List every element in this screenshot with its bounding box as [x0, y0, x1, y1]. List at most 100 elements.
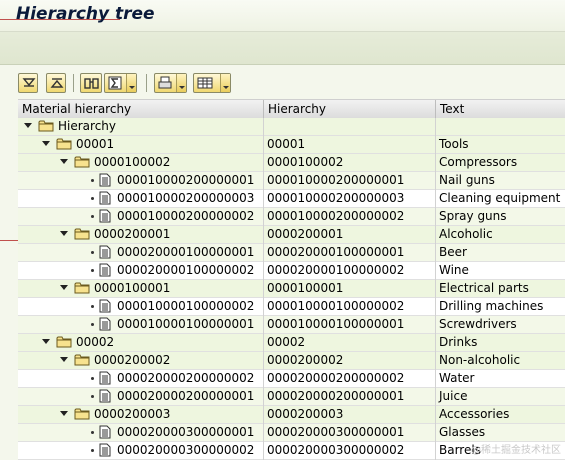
node-label: 0000100001: [94, 281, 171, 295]
material-hierarchy-cell[interactable]: 000010000200000002: [18, 208, 264, 226]
sum-button[interactable]: [104, 73, 137, 93]
layout-button[interactable]: [193, 73, 231, 93]
text-cell: Screwdrivers: [439, 317, 517, 331]
document-icon: [99, 209, 111, 226]
tree-node-row[interactable]: 0000100001 0000100001 Electrical parts: [18, 280, 565, 298]
expand-all-button[interactable]: [18, 73, 38, 93]
text-cell: Cleaning equipment: [439, 191, 561, 205]
tree-node-row[interactable]: 0000200002 0000200002 Non-alcoholic: [18, 352, 565, 370]
text-cell: Tools: [439, 137, 469, 151]
material-hierarchy-cell[interactable]: 000020000200000002: [18, 370, 264, 388]
left-accent-line: [0, 240, 18, 241]
tree-leaf-row[interactable]: 000010000200000002 000010000200000002 Spra…: [18, 208, 565, 226]
document-icon: [99, 245, 111, 262]
tree-leaf-row[interactable]: 000020000200000002 000020000200000002 Wate…: [18, 370, 565, 388]
expand-toggle-icon[interactable]: [60, 231, 68, 236]
material-hierarchy-cell[interactable]: 000010000100000001: [18, 316, 264, 334]
leaf-label: 000020000200000002: [117, 371, 255, 385]
tree-leaf-row[interactable]: 000020000300000001 000020000300000001 Glas…: [18, 424, 565, 442]
folder-icon: [74, 155, 90, 171]
layout-dropdown-arrow[interactable]: [220, 74, 230, 92]
text-cell: [436, 118, 565, 136]
tree-leaf-row[interactable]: 000010000100000001 000010000100000001 Scre…: [18, 316, 565, 334]
tree-leaf-row[interactable]: 000010000200000003 000010000200000003 Clea…: [18, 190, 565, 208]
text-cell: Spray guns: [439, 209, 507, 223]
node-label: 00002: [76, 335, 115, 349]
material-hierarchy-cell[interactable]: 0000200002: [18, 352, 264, 370]
tree-node-row[interactable]: 0000200003 0000200003 Accessories: [18, 406, 565, 424]
leaf-bullet-icon: [91, 449, 94, 452]
find-icon: [84, 78, 99, 89]
grid-header: Material hierarchy Hierarchy Text: [18, 99, 565, 119]
leaf-bullet-icon: [91, 197, 94, 200]
row-selector-column: [0, 99, 18, 460]
expand-toggle-icon[interactable]: [60, 285, 68, 290]
collapse-all-button[interactable]: [46, 73, 66, 93]
tree-node-row[interactable]: Hierarchy: [18, 118, 565, 136]
material-hierarchy-cell[interactable]: 0000100002: [18, 154, 264, 172]
column-header-text[interactable]: Text: [436, 100, 565, 118]
expand-toggle-icon[interactable]: [24, 123, 32, 128]
title-bar: Hierarchy tree: [0, 0, 565, 32]
hierarchy-cell: 000010000200000003: [264, 190, 436, 208]
leaf-label: 000020000300000002: [117, 443, 255, 457]
leaf-label: 000010000200000001: [117, 173, 255, 187]
expand-toggle-icon[interactable]: [42, 339, 50, 344]
material-hierarchy-cell[interactable]: 000020000100000002: [18, 262, 264, 280]
folder-icon: [74, 353, 90, 369]
tree-leaf-row[interactable]: 000020000100000001 000020000100000001 Beer: [18, 244, 565, 262]
leaf-label: 000010000200000002: [117, 209, 255, 223]
expand-toggle-icon[interactable]: [60, 159, 68, 164]
material-hierarchy-cell[interactable]: 0000100001: [18, 280, 264, 298]
leaf-label: 000020000100000001: [117, 245, 255, 259]
document-icon: [99, 191, 111, 208]
tree-leaf-row[interactable]: 000020000100000002 000020000100000002 Wine: [18, 262, 565, 280]
node-label: 0000200002: [94, 353, 171, 367]
tree-node-row[interactable]: 0000200001 0000200001 Alcoholic: [18, 226, 565, 244]
hierarchy-cell: 000010000200000002: [264, 208, 436, 226]
text-cell: Drilling machines: [439, 299, 544, 313]
leaf-label: 000010000100000002: [117, 299, 255, 313]
expand-toggle-icon[interactable]: [42, 141, 50, 146]
tree-leaf-row[interactable]: 000020000200000001 000020000200000001 Juic…: [18, 388, 565, 406]
material-hierarchy-cell[interactable]: 0000200001: [18, 226, 264, 244]
node-label: Hierarchy: [58, 119, 117, 133]
tree-leaf-row[interactable]: 000010000200000001 000010000200000001 Nail…: [18, 172, 565, 190]
text-cell: Nail guns: [439, 173, 495, 187]
material-hierarchy-cell[interactable]: 00002: [18, 334, 264, 352]
material-hierarchy-cell[interactable]: 000020000300000001: [18, 424, 264, 442]
material-hierarchy-cell[interactable]: 000020000200000001: [18, 388, 264, 406]
expand-toggle-icon[interactable]: [60, 411, 68, 416]
column-header-material-hierarchy[interactable]: Material hierarchy: [18, 100, 264, 118]
hierarchy-cell: 0000200001: [264, 226, 436, 244]
find-button[interactable]: [80, 73, 102, 93]
text-cell: Electrical parts: [439, 281, 529, 295]
alv-toolbar: [0, 65, 565, 97]
tree-node-row[interactable]: 00002 00002 Drinks: [18, 334, 565, 352]
material-hierarchy-cell[interactable]: Hierarchy: [18, 118, 264, 136]
sum-dropdown-arrow[interactable]: [126, 74, 136, 92]
leaf-label: 000020000200000001: [117, 389, 255, 403]
print-button[interactable]: [154, 73, 187, 93]
material-hierarchy-cell[interactable]: 00001: [18, 136, 264, 154]
leaf-bullet-icon: [91, 215, 94, 218]
material-hierarchy-cell[interactable]: 000010000200000003: [18, 190, 264, 208]
tree-node-row[interactable]: 00001 00001 Tools: [18, 136, 565, 154]
text-cell: Juice: [439, 389, 468, 403]
expand-toggle-icon[interactable]: [60, 357, 68, 362]
column-header-hierarchy[interactable]: Hierarchy: [264, 100, 436, 118]
material-hierarchy-cell[interactable]: 0000200003: [18, 406, 264, 424]
tree-node-row[interactable]: 0000100002 0000100002 Compressors: [18, 154, 565, 172]
hierarchy-cell: 000020000100000001: [264, 244, 436, 262]
document-icon: [99, 317, 111, 334]
folder-icon: [74, 227, 90, 243]
material-hierarchy-cell[interactable]: 000010000200000001: [18, 172, 264, 190]
material-hierarchy-cell[interactable]: 000020000100000001: [18, 244, 264, 262]
tree-leaf-row[interactable]: 000010000100000002 000010000100000002 Dril…: [18, 298, 565, 316]
leaf-label: 000010000200000003: [117, 191, 255, 205]
print-dropdown-arrow[interactable]: [176, 74, 186, 92]
material-hierarchy-cell[interactable]: 000020000300000002: [18, 442, 264, 460]
toolbar-separator: [146, 74, 147, 92]
material-hierarchy-cell[interactable]: 000010000100000002: [18, 298, 264, 316]
hierarchy-cell: 00001: [264, 136, 436, 154]
